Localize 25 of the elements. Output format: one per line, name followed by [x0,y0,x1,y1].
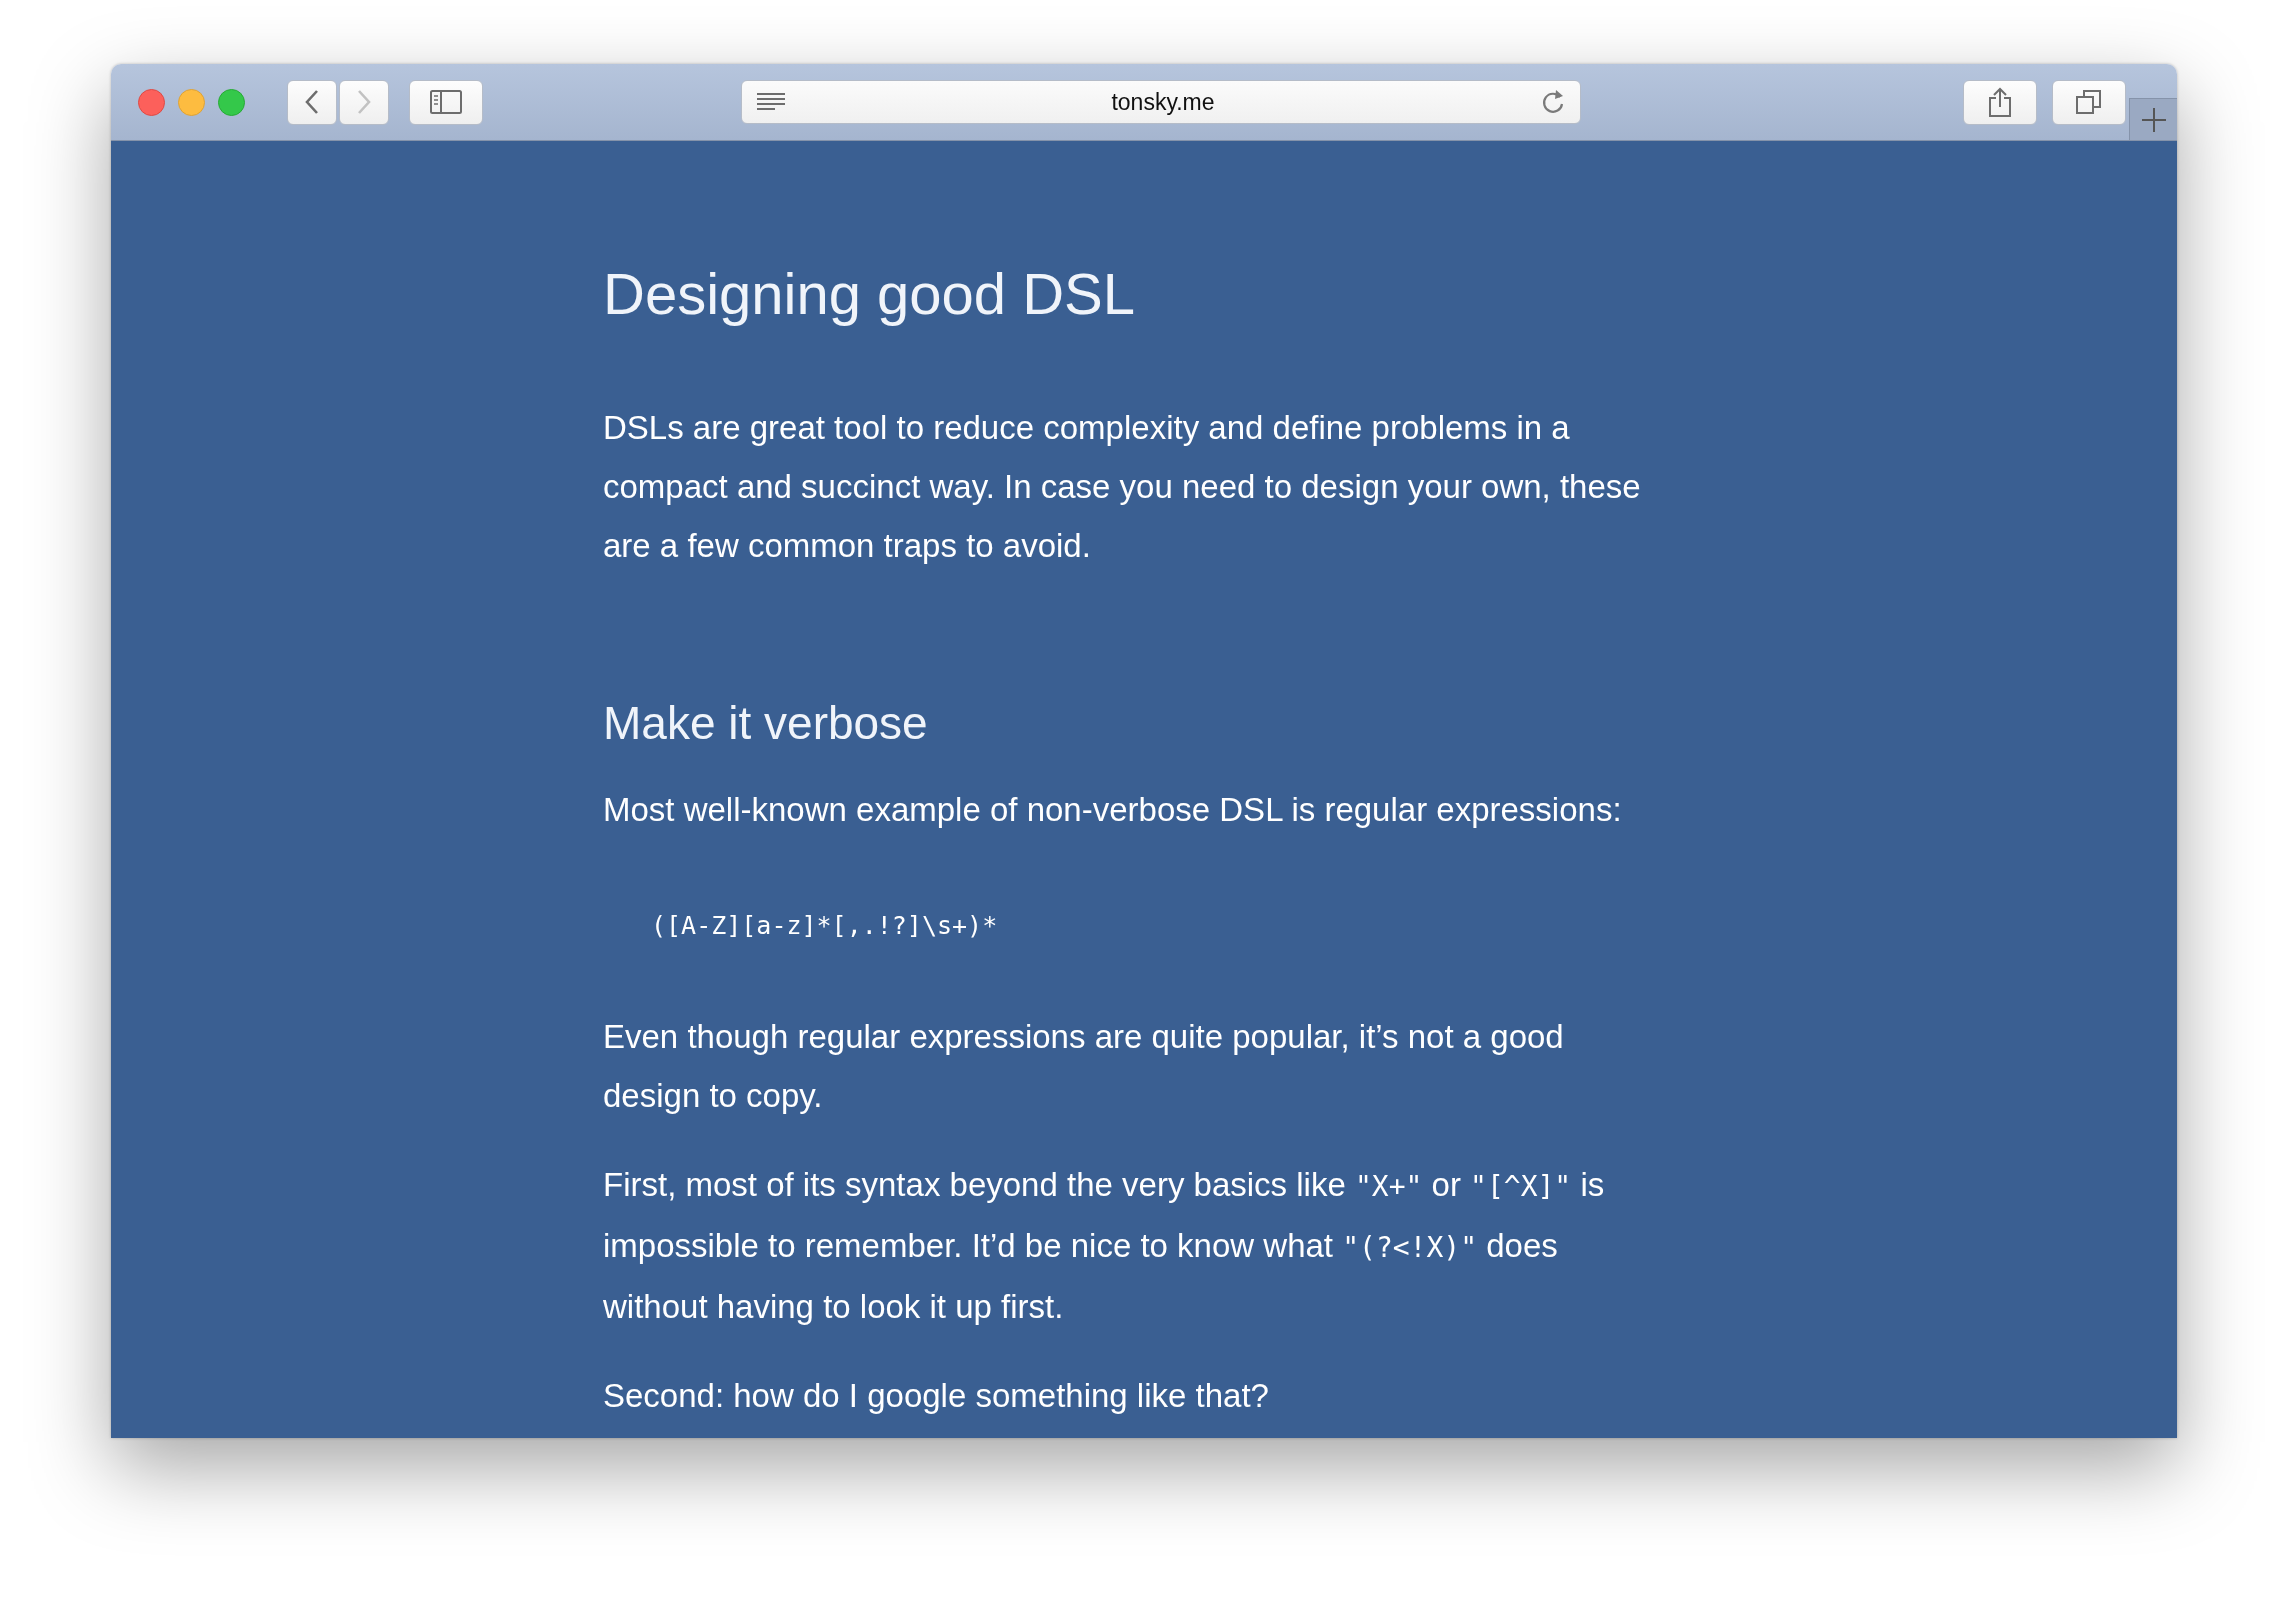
chevron-left-icon [304,89,320,115]
sidebar-button[interactable] [409,79,483,125]
tabs-button[interactable] [2052,79,2126,125]
tabs-icon [2075,88,2103,116]
reload-icon [1540,88,1566,116]
paragraph: First, most of its syntax beyond the very basics like "X+" or "[^X]" is impossible to remember. It’d be nice to know what "(?<!X)" does without having to look it up first. [603,1165,1606,1327]
article-title: Designing good DSL [603,260,1137,328]
share-icon [1988,87,2012,117]
forward-button[interactable] [339,79,389,125]
new-tab-button[interactable] [2129,98,2177,140]
plus-icon [2140,106,2167,133]
reader-icon [756,92,786,112]
section-heading: Make it verbose [603,696,929,751]
paragraph: Even though regular expressions are quite popular, it’s not a good design to copy. [603,1017,1565,1116]
address-bar[interactable]: tonsky.me [741,80,1581,124]
paragraph: DSLs are great tool to reduce complexity and define problems in a compact and succinct way. In case you need to design your own, these are a few common traps to avoid. [603,408,1642,566]
code-text: ([A-Z][a-z]*[,.!?]\s+)* [651,910,998,942]
chevron-right-icon [356,89,372,115]
back-button[interactable] [287,79,337,125]
paragraph: Second: how do I google something like that? [603,1376,1270,1416]
paragraph: Most well-known example of non-verbose DSL is regular expressions: [603,790,1623,830]
url-text: tonsky.me [1110,88,1216,116]
close-button[interactable] [138,88,165,116]
sidebar-icon [430,90,462,114]
share-button[interactable] [1963,79,2037,125]
